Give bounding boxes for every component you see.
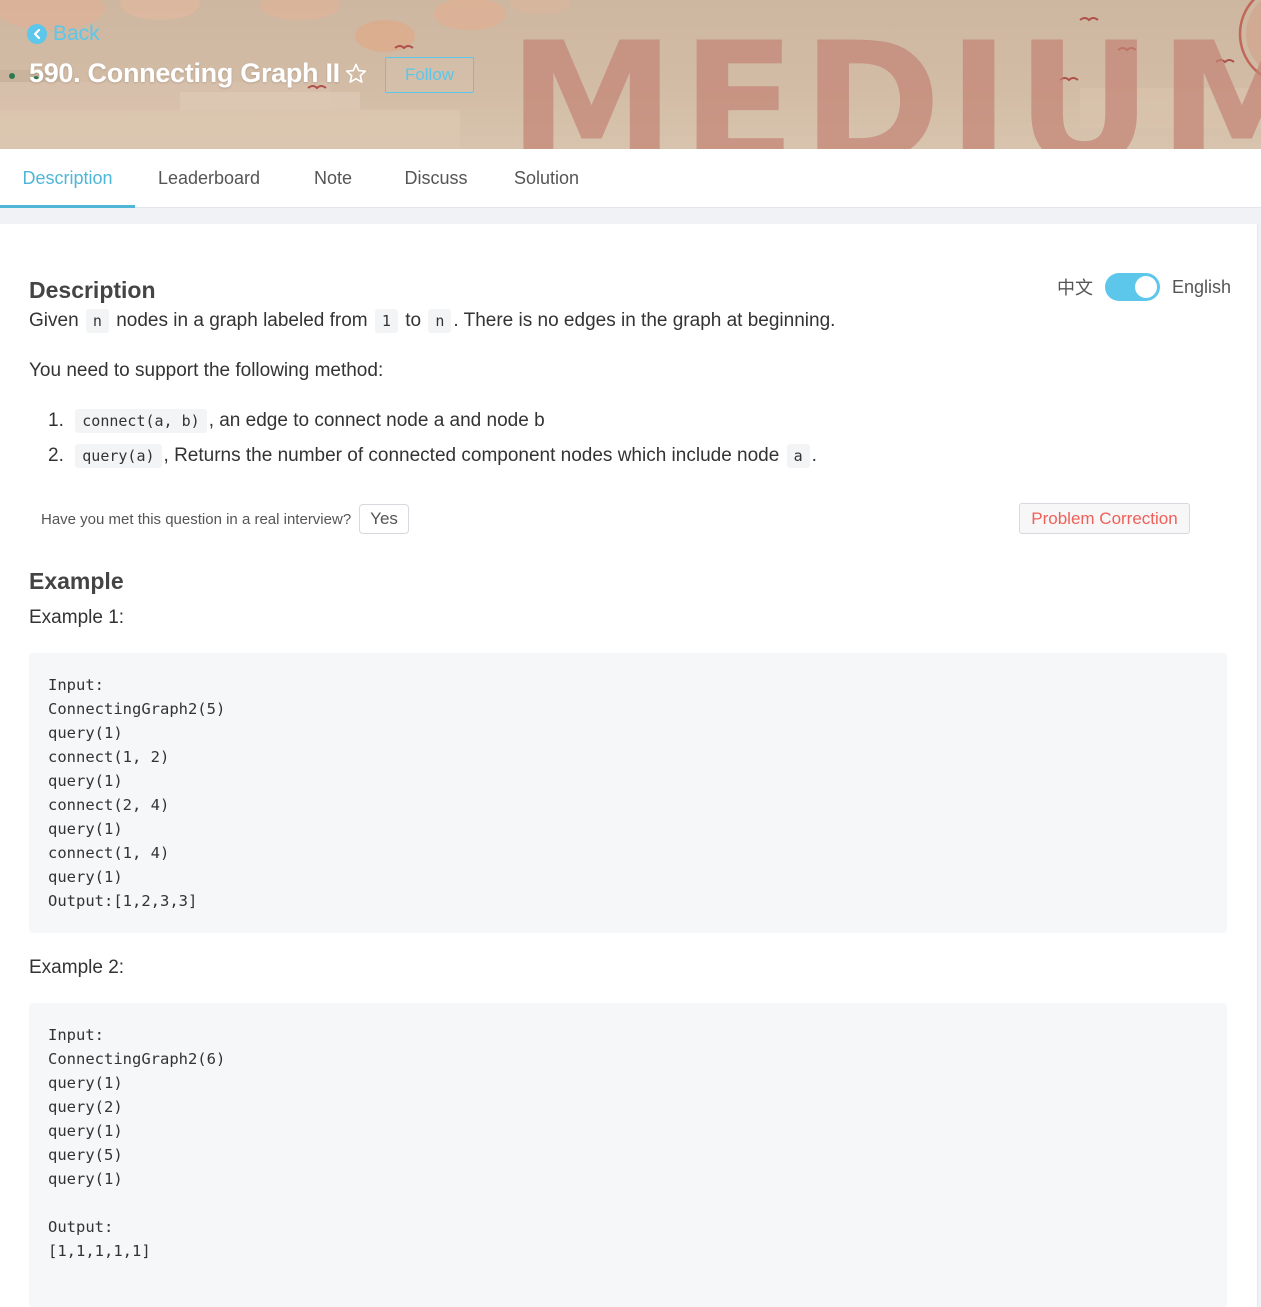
example-1-label: Example 1: (29, 607, 125, 628)
list-number: 2. (48, 445, 64, 466)
yes-button[interactable]: Yes (359, 504, 409, 534)
example-heading: Example (29, 568, 124, 594)
description-heading: Description (29, 277, 156, 303)
code-line: query(1) (48, 1170, 123, 1188)
code-line: query(1) (48, 1074, 123, 1092)
problem-correction-button[interactable]: Problem Correction (1019, 503, 1190, 534)
code-line: query(1) (48, 868, 123, 886)
intro-text-4: . There is no edges in the graph at begi… (453, 310, 836, 331)
tab-discuss[interactable]: Discuss (398, 149, 474, 207)
method-item: 2. query(a), Returns the number of conne… (48, 444, 817, 468)
code-line: Output: (48, 1218, 114, 1236)
code-line: query(1) (48, 1122, 123, 1140)
code-line: query(5) (48, 1146, 123, 1164)
inline-code: 1 (374, 309, 398, 333)
chinese-label[interactable]: 中文 (1057, 274, 1093, 300)
description-intro: Given n nodes in a graph labeled from 1 … (29, 309, 836, 333)
support-text: You need to support the following method… (29, 360, 384, 381)
problem-title: 590. Connecting Graph II (29, 58, 340, 88)
code-line: connect(1, 2) (48, 748, 170, 766)
toggle-knob (1135, 276, 1157, 298)
method-text-end: . (811, 445, 817, 466)
code-line: Output:[1,2,3,3] (48, 892, 198, 910)
interview-question: Have you met this question in a real int… (41, 504, 409, 534)
code-line: Input: (48, 1026, 104, 1044)
problem-banner: MEDIUM Back 590. Connecting Graph II Fol… (0, 0, 1261, 149)
chevron-left-circle-icon (27, 24, 47, 44)
language-toggle[interactable] (1105, 273, 1160, 301)
code-line: Input: (48, 676, 104, 694)
intro-text-1: Given (29, 310, 79, 331)
code-line: query(1) (48, 772, 123, 790)
inline-code: query(a) (75, 444, 162, 468)
example-1-code: Input: ConnectingGraph2(5) query(1) conn… (29, 653, 1227, 933)
back-link[interactable]: Back (27, 21, 100, 47)
follow-button[interactable]: Follow (385, 57, 474, 93)
code-line: query(1) (48, 724, 123, 742)
language-switch: 中文 English (1057, 272, 1231, 302)
difficulty-watermark: MEDIUM (508, 6, 1261, 149)
code-line: query(1) (48, 820, 123, 838)
inline-code: a (786, 444, 810, 468)
inline-code: n (428, 309, 452, 333)
interview-question-text: Have you met this question in a real int… (41, 510, 352, 528)
tab-description[interactable]: Description (0, 149, 135, 208)
intro-text-3: to (405, 310, 422, 331)
inline-code: n (85, 309, 109, 333)
tab-note[interactable]: Note (300, 149, 366, 207)
list-number: 1. (48, 410, 64, 431)
example-2-label: Example 2: (29, 957, 125, 978)
code-line: ConnectingGraph2(6) (48, 1050, 226, 1068)
code-line: connect(2, 4) (48, 796, 170, 814)
example-2-code: Input: ConnectingGraph2(6) query(1) quer… (29, 1003, 1227, 1307)
code-line: query(2) (48, 1098, 123, 1116)
method-item: 1. connect(a, b), an edge to connect nod… (48, 409, 545, 433)
english-label[interactable]: English (1172, 277, 1231, 298)
code-line: [1,1,1,1,1] (48, 1242, 151, 1260)
tab-leaderboard[interactable]: Leaderboard (150, 149, 268, 207)
method-text: , Returns the number of connected compon… (163, 445, 780, 466)
intro-text-2: nodes in a graph labeled from (116, 310, 368, 331)
back-label: Back (53, 22, 100, 45)
inline-code: connect(a, b) (75, 409, 207, 433)
code-line: connect(1, 4) (48, 844, 170, 862)
problem-tabs: Description Leaderboard Note Discuss Sol… (0, 149, 1261, 208)
tab-solution[interactable]: Solution (504, 149, 589, 207)
method-text: , an edge to connect node a and node b (208, 410, 545, 431)
code-line: ConnectingGraph2(5) (48, 700, 226, 718)
star-icon[interactable] (344, 62, 368, 86)
